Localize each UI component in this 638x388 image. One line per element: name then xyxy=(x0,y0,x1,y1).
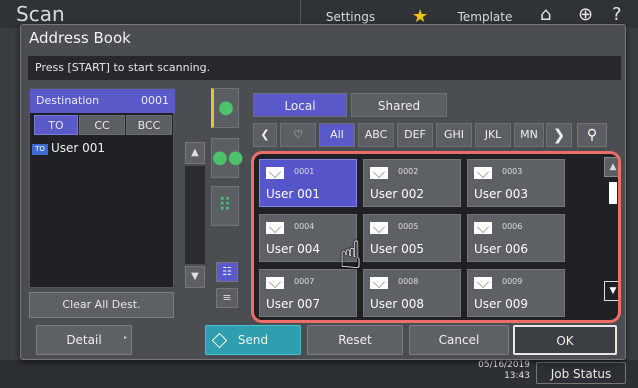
address-number: 0008 xyxy=(398,277,419,286)
address-number: 0003 xyxy=(502,167,523,176)
address-name: User 009 xyxy=(474,297,529,311)
corner-triangle-icon: ▸ xyxy=(123,334,127,341)
index-tab-ghi[interactable]: GHI xyxy=(436,123,472,147)
envelope-icon xyxy=(370,277,388,289)
envelope-icon xyxy=(474,222,492,234)
address-number: 0002 xyxy=(398,167,419,176)
to-badge-icon: TO xyxy=(32,144,48,155)
tab-shared[interactable]: Shared xyxy=(351,93,447,117)
destination-count: 0001 xyxy=(141,94,169,107)
envelope-icon xyxy=(370,222,388,234)
address-number: 0004 xyxy=(294,222,315,231)
ok-button[interactable]: OK xyxy=(513,325,617,355)
segment-to[interactable]: TO xyxy=(34,115,78,135)
address-grid: 0001 User 001 0002 User 002 0003 User 003 0… xyxy=(251,151,621,323)
address-number: 0006 xyxy=(502,222,523,231)
address-number: 0007 xyxy=(294,277,315,286)
app-title: Scan xyxy=(16,2,65,26)
send-label: Send xyxy=(237,333,269,347)
group-icon[interactable]: ●● xyxy=(211,138,243,178)
destination-scrollbar[interactable] xyxy=(185,166,205,264)
home-icon[interactable]: ⌂ xyxy=(540,4,551,25)
index-tab-jkl[interactable]: JKL xyxy=(475,123,511,147)
destination-scroll-down-button[interactable]: ▼ xyxy=(185,266,205,288)
address-card[interactable]: 0008 User 008 xyxy=(363,269,461,317)
diamond-icon xyxy=(211,332,228,349)
address-card[interactable]: 0005 User 005 xyxy=(363,214,461,262)
address-name: User 006 xyxy=(474,242,529,256)
segment-cc[interactable]: CC xyxy=(79,115,125,135)
grid-scroll-thumb[interactable] xyxy=(609,182,617,204)
address-name: User 001 xyxy=(266,187,321,201)
address-card[interactable]: 0003 User 003 xyxy=(467,159,565,207)
destination-entry-name: User 001 xyxy=(51,141,106,155)
tab-local[interactable]: Local xyxy=(253,93,347,117)
message-bar: Press [START] to start scanning. xyxy=(28,56,621,80)
address-number: 0009 xyxy=(502,277,523,286)
envelope-icon xyxy=(370,167,388,179)
address-card[interactable]: 0006 User 006 xyxy=(467,214,565,262)
index-tab-abc[interactable]: ABC xyxy=(358,123,394,147)
clear-all-dest-button[interactable]: Clear All Dest. xyxy=(29,292,174,318)
address-name: User 004 xyxy=(266,242,321,256)
envelope-icon xyxy=(266,222,284,234)
address-name: User 008 xyxy=(370,297,425,311)
grid-scroll-up-button[interactable]: ▲ xyxy=(604,157,618,177)
detail-label: Detail xyxy=(66,333,102,347)
destination-header: Destination 0001 xyxy=(30,89,175,113)
index-tab-all[interactable]: All xyxy=(319,123,355,147)
destination-panel: Destination 0001 TO CC BCC TO User 001 xyxy=(29,88,175,289)
address-card[interactable]: 0009 User 009 xyxy=(467,269,565,317)
address-type-strip: ● ●● ⠿ ☷ ≡ xyxy=(211,88,243,320)
keypad-icon[interactable]: ⠿ xyxy=(211,186,239,226)
hand-pointer-icon: ☝ xyxy=(339,233,363,277)
send-button[interactable]: Send xyxy=(205,325,301,355)
destination-scroll-up-button[interactable]: ▲ xyxy=(185,142,205,164)
envelope-icon xyxy=(474,277,492,289)
favorites-heart-icon[interactable]: ♡ xyxy=(280,123,316,147)
address-name: User 003 xyxy=(474,187,529,201)
destination-list: TO User 001 xyxy=(30,139,174,289)
destination-entry[interactable]: TO User 001 xyxy=(32,139,172,157)
address-card[interactable]: 0001 User 001 xyxy=(259,159,357,207)
segment-bcc[interactable]: BCC xyxy=(126,115,172,135)
chevron-right-icon[interactable]: ❯ xyxy=(546,123,572,147)
envelope-icon xyxy=(474,167,492,179)
grid-scroll-down-button[interactable]: ▼ xyxy=(604,281,618,301)
date-text: 05/16/2019 xyxy=(478,360,530,370)
address-name: User 005 xyxy=(370,242,425,256)
help-icon[interactable]: ? xyxy=(612,4,622,25)
globe-icon[interactable]: ⊕ xyxy=(578,4,593,25)
index-tab-def[interactable]: DEF xyxy=(397,123,433,147)
grid-view-icon[interactable]: ☷ xyxy=(216,262,238,282)
envelope-icon xyxy=(266,277,284,289)
screen: Scan Settings ★ Template ⌂ ⊕ ? 05/16/201… xyxy=(0,0,638,388)
address-book-dialog: Address Book Press [START] to start scan… xyxy=(20,24,626,360)
address-card[interactable]: 0002 User 002 xyxy=(363,159,461,207)
envelope-icon xyxy=(266,167,284,179)
reset-button[interactable]: Reset xyxy=(307,325,403,355)
address-name: User 007 xyxy=(266,297,321,311)
list-view-icon[interactable]: ≡ xyxy=(216,288,238,308)
datetime: 05/16/2019 13:43 xyxy=(450,360,530,382)
time-text: 13:43 xyxy=(504,371,530,381)
cancel-button[interactable]: Cancel xyxy=(409,325,509,355)
dialog-title: Address Book xyxy=(29,29,131,47)
chevron-left-icon[interactable]: ❮ xyxy=(253,123,277,147)
destination-label: Destination xyxy=(36,94,100,107)
index-tab-mn[interactable]: MN xyxy=(514,123,544,147)
address-name: User 002 xyxy=(370,187,425,201)
address-number: 0001 xyxy=(294,167,315,176)
job-status-button[interactable]: Job Status xyxy=(536,362,626,384)
person-icon[interactable]: ● xyxy=(211,88,239,128)
search-icon[interactable]: ⚲ xyxy=(577,123,607,147)
address-number: 0005 xyxy=(398,222,419,231)
detail-button[interactable]: Detail ▸ xyxy=(36,325,132,355)
